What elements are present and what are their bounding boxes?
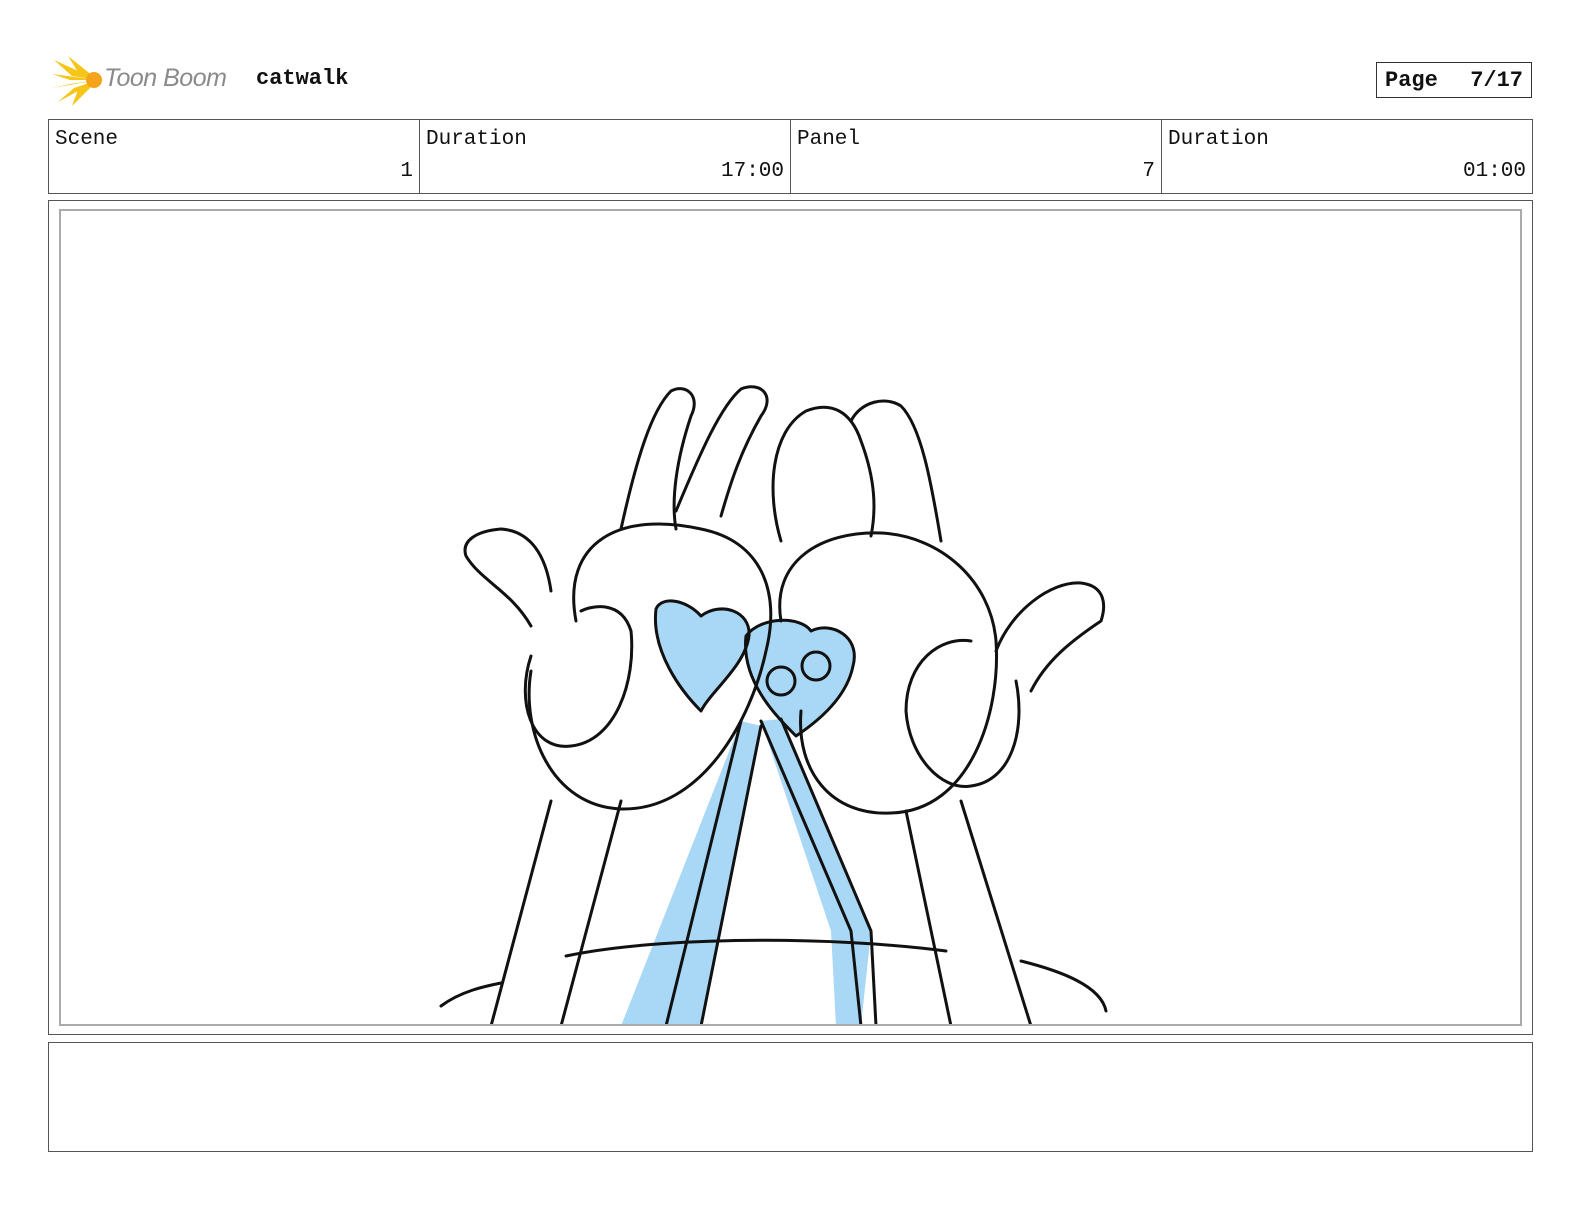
blue-ribbon-fill: [621, 600, 871, 1024]
panel-info-row: Scene 1 Duration 17:00 Panel 7 Duration …: [48, 119, 1533, 194]
project-title: catwalk: [256, 66, 349, 91]
page-label: Page: [1385, 67, 1438, 93]
scene-value: 1: [400, 160, 413, 183]
panel-duration-cell: Duration 01:00: [1162, 120, 1532, 193]
storyboard-panel-image: [59, 209, 1522, 1026]
page-indicator: Page 7/17: [1376, 62, 1532, 98]
scene-label: Scene: [55, 128, 119, 151]
storyboard-panel-frame: [48, 200, 1533, 1035]
brand-name: Toon Boom: [104, 64, 227, 92]
panel-notes-area: [48, 1042, 1533, 1152]
scene-duration-value: 17:00: [720, 160, 784, 183]
scene-cell: Scene 1: [49, 120, 420, 193]
panel-duration-value: 01:00: [1462, 160, 1526, 183]
panel-value: 7: [1142, 160, 1155, 183]
panel-cell: Panel 7: [791, 120, 1162, 193]
toon-boom-burst-icon: [52, 56, 102, 106]
panel-duration-label: Duration: [1168, 128, 1269, 151]
hands-heart-sketch: [439, 385, 1108, 1024]
panel-label: Panel: [797, 128, 861, 151]
scene-duration-cell: Duration 17:00: [420, 120, 791, 193]
page-number: 7/17: [1470, 67, 1523, 93]
scene-duration-label: Duration: [426, 128, 527, 151]
